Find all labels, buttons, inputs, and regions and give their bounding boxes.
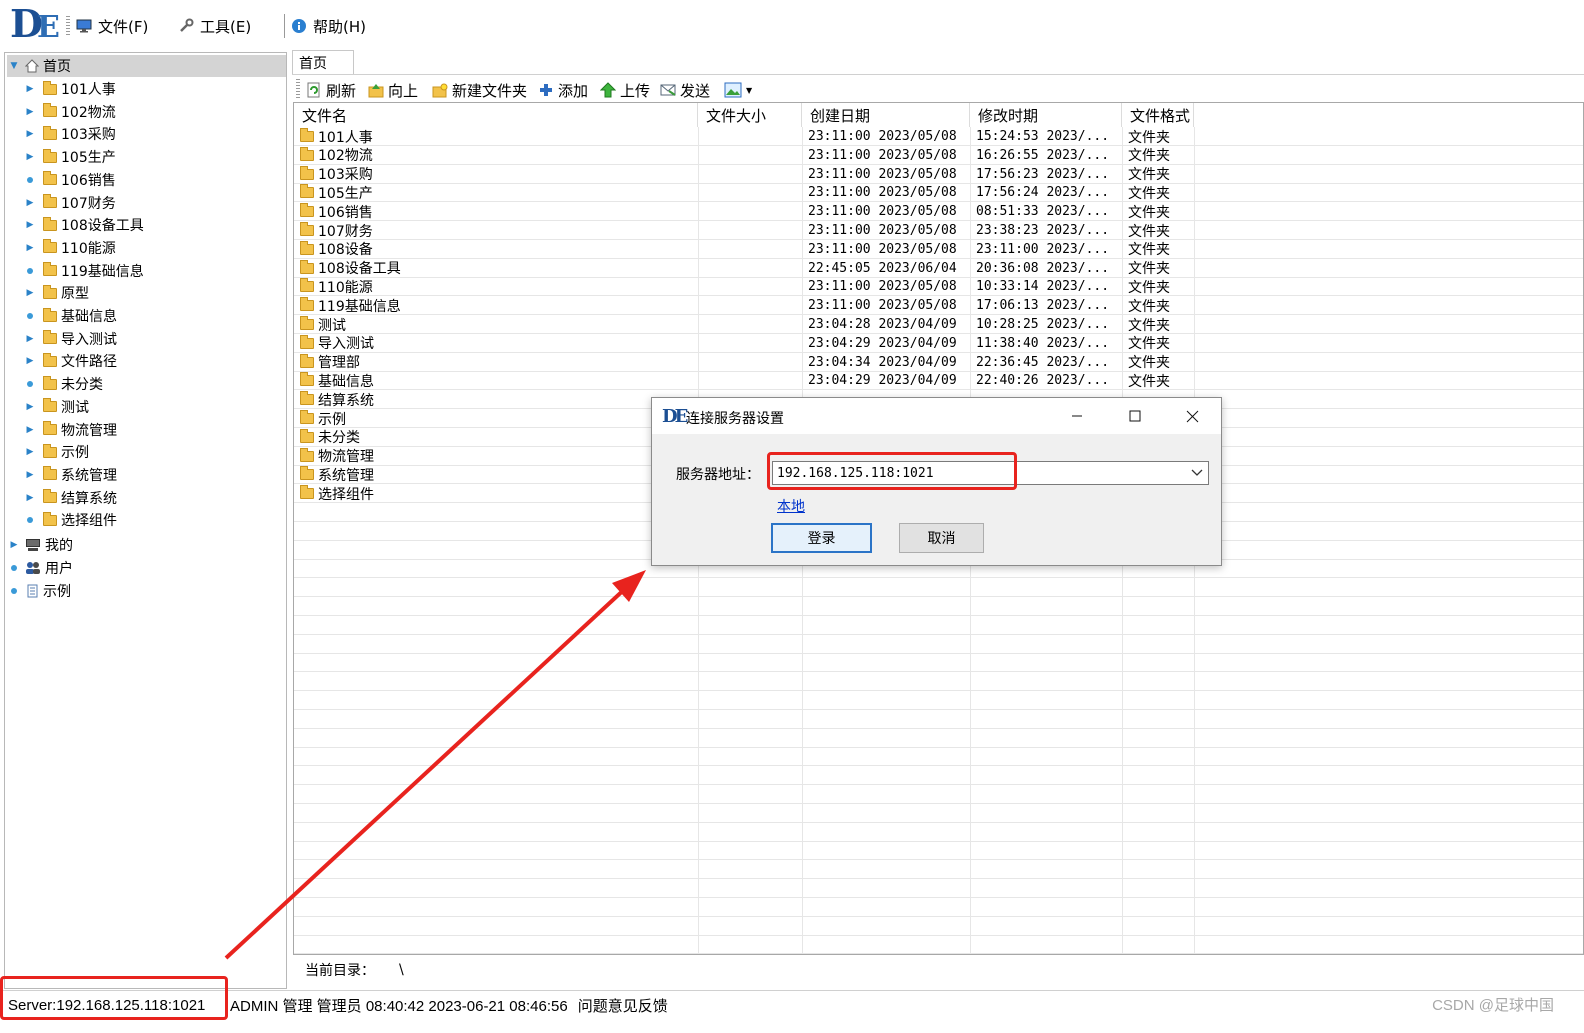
annotation-arrow	[224, 570, 646, 960]
